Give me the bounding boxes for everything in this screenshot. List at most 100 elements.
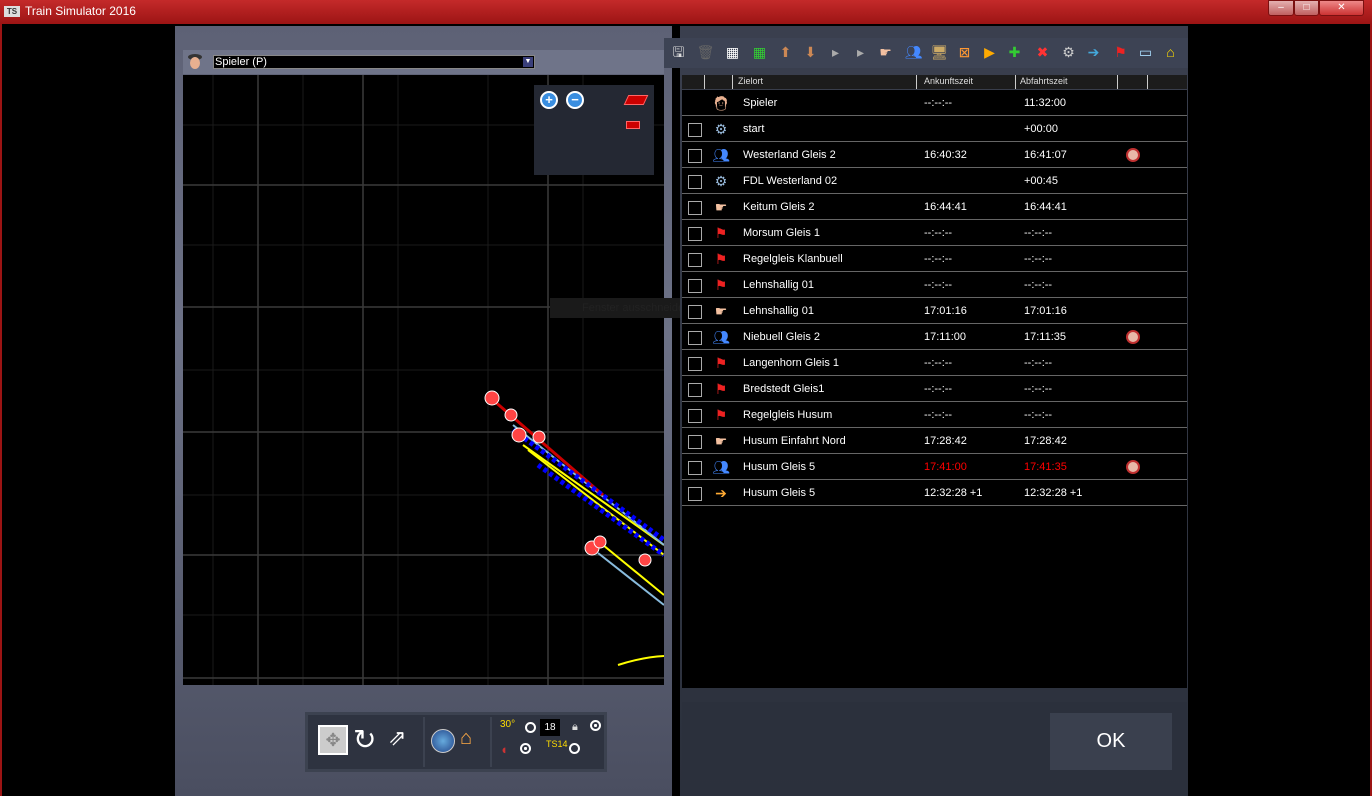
train-view-icon[interactable] (623, 95, 649, 105)
row-arrival: --:--:-- (924, 409, 953, 421)
header-destination[interactable]: Zielort (738, 76, 763, 86)
table-row[interactable]: ⚙ start +00:00 (682, 116, 1187, 142)
globe-icon[interactable] (431, 729, 455, 753)
home-icon[interactable]: ⌂ (460, 727, 472, 750)
row-destination: Husum Einfahrt Nord (743, 435, 846, 447)
lock-icon: 🔒︎ (572, 721, 578, 733)
header-arrival[interactable]: Ankunftszeit (924, 76, 973, 86)
table-row[interactable]: ⚑ Lehnshallig 01 --:--:-- --:--:-- (682, 272, 1187, 298)
row-checkbox[interactable] (688, 331, 702, 345)
row-departure: 11:32:00 (1024, 97, 1067, 109)
number-field[interactable]: 18 (540, 719, 560, 736)
row-destination: Regelgleis Husum (743, 409, 833, 421)
station-icon[interactable]: ⌂ (1161, 43, 1180, 62)
flag-icon: ⚑ (714, 277, 728, 293)
rotate-icon[interactable]: ↻ (353, 723, 376, 756)
driver-select[interactable]: Spieler (P) ▼ (213, 55, 535, 69)
row-checkbox[interactable] (688, 409, 702, 423)
maximize-button[interactable]: □ (1294, 0, 1319, 16)
table-row[interactable]: ⚙ FDL Westerland 02 +00:45 (682, 168, 1187, 194)
dispatcher-icon[interactable]: 🖥︎ (930, 43, 949, 62)
row-arrival: 12:32:28 +1 (924, 487, 983, 499)
ok-button[interactable]: OK (1050, 713, 1172, 770)
passengers-icon[interactable]: 👥︎ (904, 43, 923, 62)
display-icon[interactable]: ▭ (1136, 43, 1155, 62)
collapse-icon[interactable]: ⊠ (955, 43, 974, 62)
select-all-icon[interactable]: ▦ (723, 43, 742, 62)
row-arrival: --:--:-- (924, 253, 953, 265)
alarm-clock-icon[interactable] (1126, 148, 1140, 162)
row-arrival: --:--:-- (924, 357, 953, 369)
script-icon[interactable]: ⚙ (1059, 43, 1078, 62)
table-row[interactable]: ☛ Lehnshallig 01 17:01:16 17:01:16 (682, 298, 1187, 324)
row-destination: FDL Westerland 02 (743, 175, 838, 187)
window-border (0, 24, 2, 796)
row-checkbox[interactable] (688, 357, 702, 371)
insert-before-icon[interactable]: ▸ (826, 43, 845, 62)
table-row[interactable]: 🧑︎ Spieler --:--:-- 11:32:00 (682, 90, 1187, 116)
row-checkbox[interactable] (688, 279, 702, 293)
table-row[interactable]: ☛ Husum Einfahrt Nord 17:28:42 17:28:42 (682, 428, 1187, 454)
script-icon: ⚙ (714, 173, 728, 189)
row-arrival: --:--:-- (924, 227, 953, 239)
driver-select-value: Spieler (P) (215, 56, 267, 68)
trash-icon[interactable]: 🗑︎ (696, 43, 715, 62)
add-start-icon[interactable]: ▶ (980, 43, 999, 62)
table-row[interactable]: ⚑ Regelgleis Husum --:--:-- --:--:-- (682, 402, 1187, 428)
row-destination: Keitum Gleis 2 (743, 201, 815, 213)
chevron-down-icon[interactable]: ▼ (523, 57, 533, 67)
table-row[interactable]: 👥︎ Niebuell Gleis 2 17:11:00 17:11:35 (682, 324, 1187, 350)
angle-radio[interactable] (525, 722, 536, 733)
flag-icon: ⚑ (714, 355, 728, 371)
table-row[interactable]: ➔ Husum Gleis 5 12:32:28 +1 12:32:28 +1 (682, 480, 1187, 506)
alarm-clock-icon[interactable] (1126, 330, 1140, 344)
close-button[interactable]: ✕ (1319, 0, 1364, 16)
remove-icon[interactable]: ✖ (1033, 43, 1052, 62)
row-checkbox[interactable] (688, 487, 702, 501)
detach-window-icon[interactable]: ⇗ (388, 725, 406, 751)
window-title: Train Simulator 2016 (25, 4, 136, 18)
hand-icon[interactable]: ☛ (876, 43, 895, 62)
script-icon: ⚙ (714, 121, 728, 137)
row-departure: 12:32:28 +1 (1024, 487, 1083, 499)
table-row[interactable]: ⚑ Regelgleis Klanbuell --:--:-- --:--:-- (682, 246, 1187, 272)
zoom-out-icon[interactable]: − (566, 91, 584, 109)
table-row[interactable]: ⚑ Langenhorn Gleis 1 --:--:-- --:--:-- (682, 350, 1187, 376)
table-row[interactable]: 👥︎ Husum Gleis 5 17:41:00 17:41:35 (682, 454, 1187, 480)
magnet-radio[interactable] (520, 743, 531, 754)
row-destination: Langenhorn Gleis 1 (743, 357, 840, 369)
lock-radio[interactable] (590, 720, 601, 731)
row-checkbox[interactable] (688, 201, 702, 215)
row-destination: Lehnshallig 01 (743, 305, 814, 317)
train-follow-icon[interactable] (626, 121, 640, 129)
row-checkbox[interactable] (688, 227, 702, 241)
row-checkbox[interactable] (688, 123, 702, 137)
row-checkbox[interactable] (688, 253, 702, 267)
alarm-clock-icon[interactable] (1126, 460, 1140, 474)
minimize-button[interactable]: – (1268, 0, 1294, 16)
fit-view-icon[interactable]: ✥ (318, 725, 348, 755)
move-down-icon[interactable]: ⬇ (801, 43, 820, 62)
table-row[interactable]: ⚑ Morsum Gleis 1 --:--:-- --:--:-- (682, 220, 1187, 246)
row-checkbox[interactable] (688, 383, 702, 397)
zoom-in-icon[interactable]: + (540, 91, 558, 109)
row-checkbox[interactable] (688, 175, 702, 189)
header-departure[interactable]: Abfahrtszeit (1020, 76, 1068, 86)
insert-after-icon[interactable]: ▸ (851, 43, 870, 62)
row-checkbox[interactable] (688, 305, 702, 319)
select-grid-icon[interactable]: ▦ (750, 43, 769, 62)
row-checkbox[interactable] (688, 435, 702, 449)
table-row[interactable]: ☛ Keitum Gleis 2 16:44:41 16:44:41 (682, 194, 1187, 220)
row-checkbox[interactable] (688, 149, 702, 163)
table-row[interactable]: 👥︎ Westerland Gleis 2 16:40:32 16:41:07 (682, 142, 1187, 168)
flag-icon[interactable]: ⚑ (1111, 43, 1130, 62)
add-icon[interactable]: ✚ (1005, 43, 1024, 62)
save-icon[interactable]: 🖫 (669, 43, 688, 62)
exit-icon[interactable]: ➔ (1084, 43, 1103, 62)
row-destination: Niebuell Gleis 2 (743, 331, 821, 343)
ts-radio[interactable] (569, 743, 580, 754)
table-row[interactable]: ⚑ Bredstedt Gleis1 --:--:-- --:--:-- (682, 376, 1187, 402)
row-checkbox[interactable] (688, 461, 702, 475)
row-arrival: 16:44:41 (924, 201, 967, 213)
move-up-icon[interactable]: ⬆ (776, 43, 795, 62)
